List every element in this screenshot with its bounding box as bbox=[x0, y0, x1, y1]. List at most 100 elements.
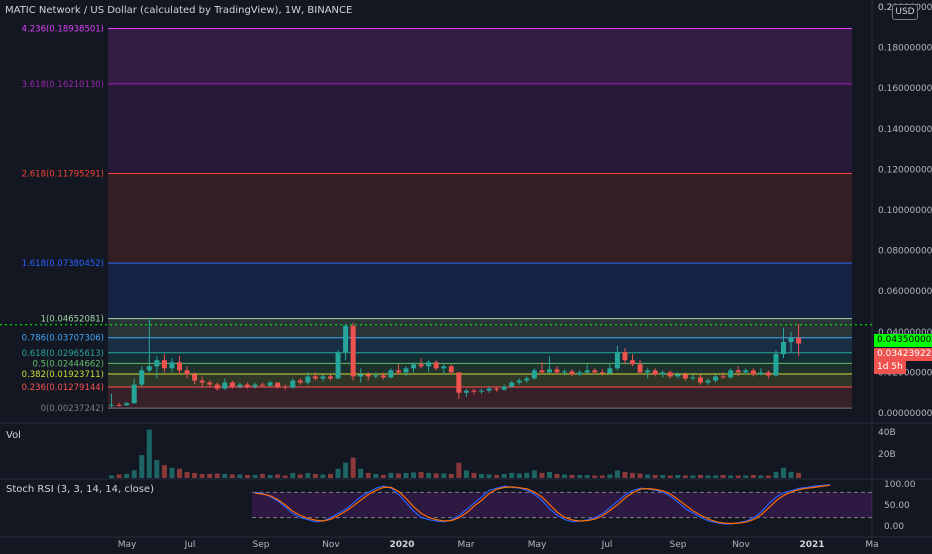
volume-bar bbox=[758, 475, 764, 478]
candle-body bbox=[509, 382, 515, 387]
fib-level-label: 0.618(0.02965613) bbox=[22, 349, 104, 359]
volume-bar bbox=[305, 472, 311, 478]
volume-bar bbox=[569, 474, 575, 478]
candle-body bbox=[599, 372, 605, 374]
volume-bar bbox=[562, 474, 568, 478]
candle-body bbox=[199, 380, 205, 383]
candle-body bbox=[395, 370, 401, 373]
candle-body bbox=[146, 366, 152, 371]
fib-band bbox=[108, 263, 852, 319]
volume-bar bbox=[154, 460, 160, 478]
candle-body bbox=[584, 370, 590, 373]
volume-bar bbox=[645, 474, 651, 478]
volume-bar bbox=[546, 471, 552, 478]
candle-body bbox=[358, 374, 364, 377]
time-axis-label: Sep bbox=[253, 540, 270, 550]
volume-bar bbox=[682, 475, 688, 478]
volume-bar bbox=[328, 473, 333, 478]
volume-bar bbox=[720, 474, 726, 478]
volume-bar bbox=[667, 475, 673, 478]
candle-body bbox=[705, 380, 711, 383]
volume-bar bbox=[516, 473, 522, 478]
volume-bar bbox=[788, 471, 794, 478]
volume-bar bbox=[577, 474, 583, 478]
volume-bar bbox=[728, 475, 734, 478]
candle-body bbox=[418, 364, 424, 367]
volume-bar bbox=[290, 472, 296, 478]
volume-bar bbox=[713, 475, 719, 478]
candle-body bbox=[781, 341, 786, 355]
volume-bar bbox=[169, 467, 175, 478]
chart-stage[interactable]: 4.236(0.18938501) 3.618(0.16210130) 2.618(… bbox=[0, 0, 932, 550]
volume-bar bbox=[705, 475, 711, 478]
candle-body bbox=[403, 368, 409, 373]
volume-bar bbox=[486, 474, 492, 478]
volume-bar bbox=[267, 474, 273, 478]
chart-title: MATIC Network / US Dollar (calculated by… bbox=[5, 5, 353, 16]
volume-bar bbox=[214, 473, 220, 478]
volume-bar bbox=[395, 473, 401, 478]
volume-bar bbox=[109, 475, 115, 478]
candle-body bbox=[765, 372, 771, 376]
volume-bar bbox=[448, 473, 454, 478]
bar-countdown-tag: 1d 5h bbox=[874, 361, 906, 374]
stoch-axis-label: 100.00 bbox=[884, 480, 916, 490]
volume-bar bbox=[456, 462, 462, 478]
volume-bar bbox=[177, 468, 182, 478]
candle-body bbox=[750, 370, 756, 375]
candle-body bbox=[735, 370, 741, 373]
volume-bar bbox=[697, 474, 703, 478]
volume-bar bbox=[207, 473, 213, 478]
volume-bar bbox=[509, 472, 515, 478]
candle-body bbox=[169, 362, 175, 369]
currency-button[interactable]: USD bbox=[892, 4, 918, 20]
volume-bar bbox=[479, 473, 484, 478]
volume-bar bbox=[388, 472, 394, 478]
candle-body bbox=[275, 382, 281, 387]
candle-body bbox=[214, 384, 220, 389]
volume-bar bbox=[463, 470, 469, 478]
candle-body bbox=[154, 360, 160, 367]
volume-bar bbox=[146, 429, 152, 478]
volume-bar bbox=[297, 474, 303, 478]
candle-body bbox=[607, 368, 613, 374]
candle-body bbox=[373, 375, 379, 377]
volume-bar bbox=[584, 474, 590, 478]
time-axis-label: Nov bbox=[322, 540, 340, 550]
candle-body bbox=[690, 377, 696, 379]
candle-body bbox=[328, 376, 333, 379]
last-price-tag: 0.03423922 bbox=[874, 348, 932, 361]
candle-body bbox=[433, 362, 439, 369]
candle-body bbox=[229, 382, 235, 387]
volume-bar bbox=[237, 474, 243, 478]
candle-body bbox=[426, 362, 432, 367]
candle-body bbox=[365, 374, 371, 377]
volume-bar bbox=[660, 474, 666, 478]
volume-bar bbox=[343, 462, 349, 478]
candle-body bbox=[554, 369, 560, 373]
volume-bar bbox=[433, 473, 439, 478]
candle-body bbox=[652, 370, 658, 375]
volume-bar bbox=[380, 474, 386, 478]
price-axis-label: 0.10000000 bbox=[878, 206, 932, 216]
volume-bar bbox=[252, 474, 258, 478]
chart-canvas[interactable]: 4.236(0.18938501) 3.618(0.16210130) 2.618(… bbox=[0, 0, 932, 550]
time-axis-label: Jul bbox=[184, 540, 196, 550]
volume-bar bbox=[365, 472, 371, 478]
candle-body bbox=[630, 360, 635, 365]
candle-body bbox=[675, 374, 681, 377]
candle-body bbox=[320, 376, 326, 379]
candle-body bbox=[531, 370, 537, 379]
time-axis-label: Ma bbox=[865, 540, 878, 550]
volume-bar bbox=[411, 472, 417, 478]
volume-bar bbox=[471, 472, 477, 478]
alert-level-tag: 0.04350000 bbox=[874, 334, 932, 347]
volume-bar bbox=[652, 474, 658, 478]
volume-pane-label: Vol bbox=[6, 430, 21, 441]
volume-bar bbox=[426, 472, 432, 478]
candle-body bbox=[411, 364, 417, 369]
volume-bar bbox=[282, 475, 288, 478]
candle-body bbox=[682, 374, 688, 379]
candle-body bbox=[471, 390, 477, 392]
candle-body bbox=[788, 337, 794, 342]
